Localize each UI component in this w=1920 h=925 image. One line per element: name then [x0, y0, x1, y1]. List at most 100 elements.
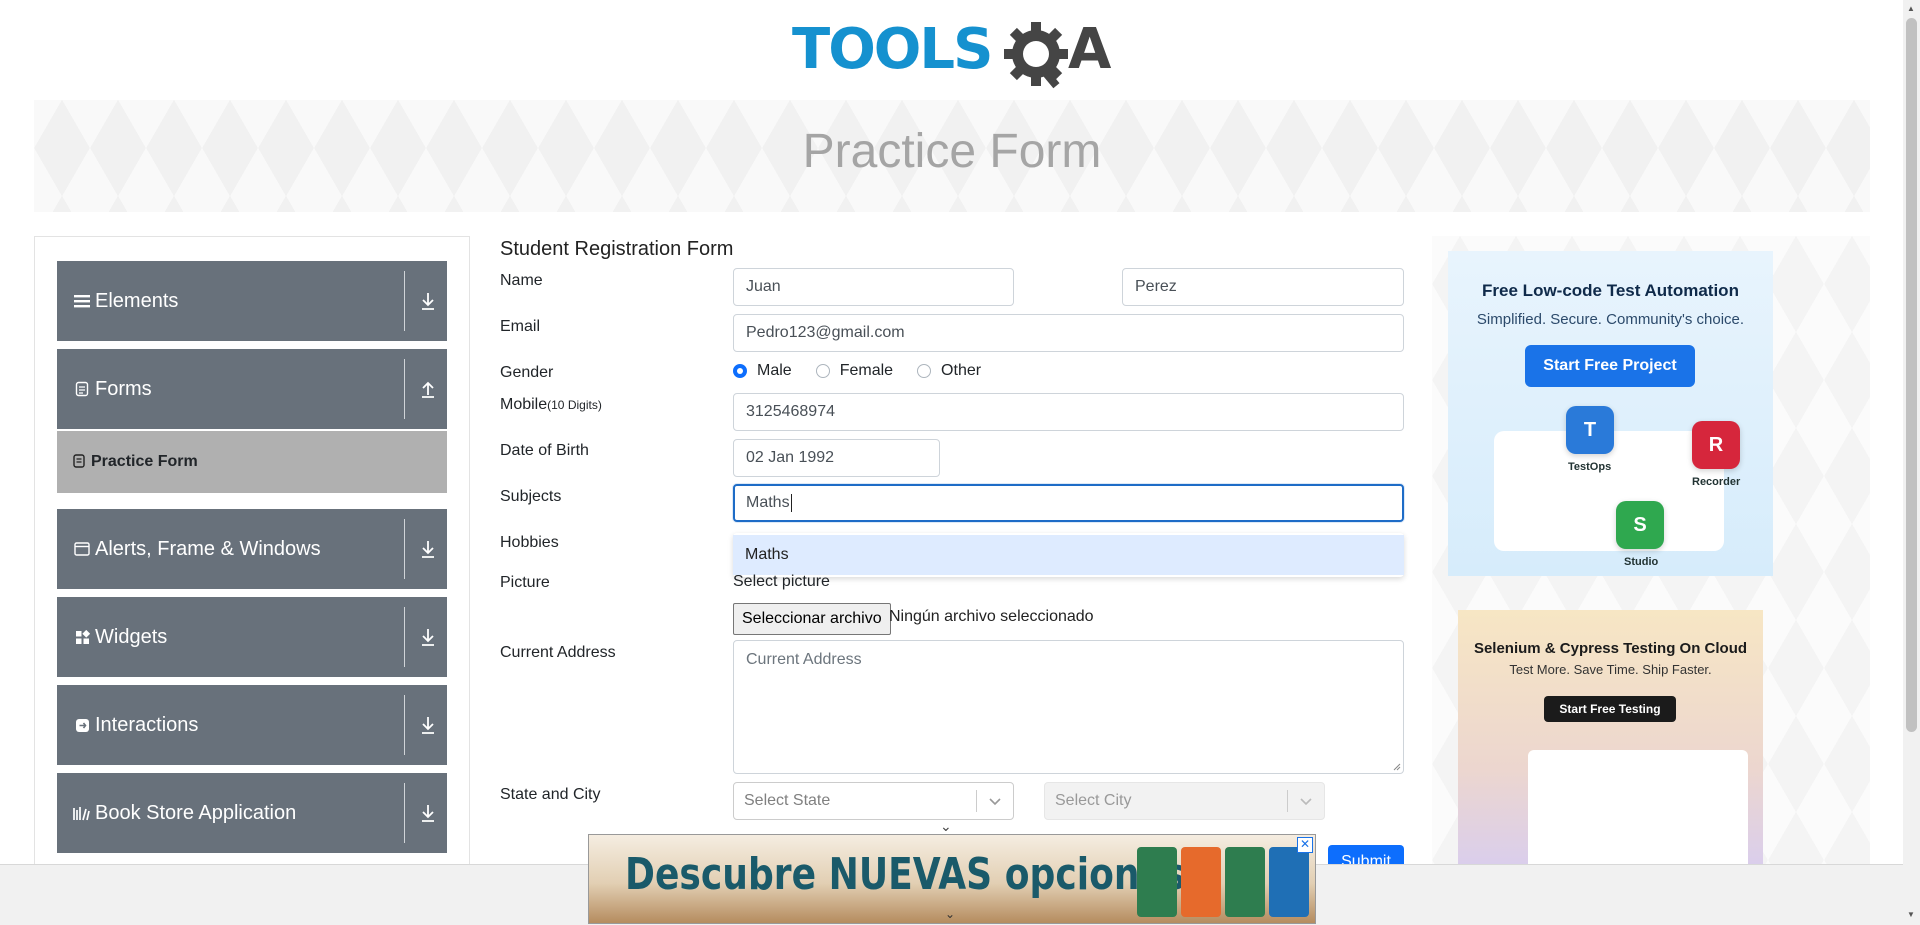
gender-male-option[interactable]: Male — [733, 362, 792, 380]
ad-cta-button[interactable]: Start Free Project — [1525, 345, 1695, 387]
gender-other-option[interactable]: Other — [917, 362, 981, 380]
logo-tools-text: TOOLS — [792, 17, 993, 82]
subjects-input-text: Maths — [746, 494, 790, 511]
ad-cta-button[interactable]: Start Free Testing — [1544, 696, 1676, 722]
gear-icon — [1004, 22, 1068, 89]
gender-male-radio[interactable] — [733, 364, 747, 378]
state-city-label: State and City — [500, 786, 601, 803]
gender-other-label[interactable]: Other — [941, 362, 981, 380]
subjects-suggestion-menu: Maths — [733, 533, 1404, 577]
scrollbar-thumb[interactable] — [1906, 18, 1917, 732]
current-address-textarea[interactable]: Current Address — [733, 640, 1404, 774]
file-upload-button[interactable]: Seleccionar archivo — [733, 603, 891, 635]
sidebar-item-practice-form[interactable]: Practice Form — [57, 431, 447, 493]
mobile-hint: (10 Digits) — [547, 398, 602, 412]
sidebar-group-forms[interactable]: Forms — [57, 349, 447, 429]
product-image — [1181, 847, 1221, 917]
file-status-text: Ningún archivo seleccionado — [889, 608, 1094, 625]
mobile-label: Mobile(10 Digits) — [500, 396, 602, 414]
close-icon[interactable]: ✕ — [1297, 837, 1313, 853]
page-scrollbar[interactable]: ▲ ▼ — [1903, 0, 1920, 924]
interactions-icon — [73, 716, 91, 734]
product-image — [1137, 847, 1177, 917]
widgets-icon — [73, 628, 91, 646]
first-name-input[interactable]: Juan — [733, 268, 1014, 306]
upload-arrow-icon — [422, 381, 434, 398]
download-arrow-icon — [422, 805, 434, 822]
sidebar-item-label: Practice Form — [91, 453, 198, 470]
hobbies-label: Hobbies — [500, 534, 559, 551]
recorder-icon: R — [1692, 421, 1740, 469]
email-label: Email — [500, 318, 541, 335]
dob-input[interactable]: 02 Jan 1992 — [733, 439, 940, 477]
dob-label: Date of Birth — [500, 442, 589, 459]
testops-icon: T — [1566, 406, 1614, 454]
window-icon — [73, 540, 91, 558]
subjects-input[interactable]: Maths — [733, 484, 1404, 522]
download-arrow-icon — [422, 629, 434, 646]
sidebar-group-elements[interactable]: Elements — [57, 261, 447, 341]
picture-label: Picture — [500, 574, 550, 591]
mobile-label-text: Mobile — [500, 396, 548, 413]
name-label: Name — [500, 272, 543, 289]
ad-low-code[interactable]: Free Low-code Test Automation Simplified… — [1448, 251, 1773, 576]
sidebar-group-alerts[interactable]: Alerts, Frame & Windows — [57, 509, 447, 589]
download-arrow-icon — [422, 541, 434, 558]
page-banner: Practice Form — [34, 100, 1870, 212]
product-image — [1269, 847, 1309, 917]
document-icon — [73, 380, 91, 398]
studio-icon: S — [1616, 501, 1664, 549]
mobile-input[interactable]: 3125468974 — [733, 393, 1404, 431]
chevron-down-icon[interactable] — [977, 796, 1013, 806]
product-image — [1225, 847, 1265, 917]
sidebar-group-widgets[interactable]: Widgets — [57, 597, 447, 677]
sidebar-group-label: Widgets — [95, 625, 168, 648]
toolsqa-logo[interactable]: TOOLS A — [792, 14, 1114, 90]
download-arrow-icon — [422, 717, 434, 734]
chevron-down-icon[interactable]: ⌄ — [940, 818, 952, 835]
address-label: Current Address — [500, 644, 616, 661]
ad-cloud-testing[interactable]: Selenium & Cypress Testing On Cloud Test… — [1458, 610, 1763, 876]
sidebar-group-label: Interactions — [95, 713, 199, 736]
city-placeholder: Select City — [1055, 792, 1132, 809]
scroll-up-icon[interactable]: ▲ — [1907, 4, 1915, 13]
gender-male-label[interactable]: Male — [757, 362, 792, 380]
gender-female-label[interactable]: Female — [840, 362, 893, 380]
gender-female-option[interactable]: Female — [815, 362, 893, 380]
ad-heading: Selenium & Cypress Testing On Cloud — [1473, 640, 1748, 657]
books-icon — [73, 804, 91, 822]
subjects-suggestion-option[interactable]: Maths — [733, 535, 1404, 575]
form-icon — [73, 453, 85, 471]
sidebar-group-bookstore[interactable]: Book Store Application — [57, 773, 447, 853]
address-placeholder: Current Address — [746, 651, 862, 668]
ad-subheading: Test More. Save Time. Ship Faster. — [1509, 662, 1712, 677]
recorder-label: Recorder — [1692, 476, 1741, 488]
form-title: Student Registration Form — [500, 238, 734, 260]
gender-female-radio[interactable] — [815, 364, 830, 378]
gender-label: Gender — [500, 364, 554, 381]
state-placeholder: Select State — [744, 792, 831, 809]
chevron-down-icon[interactable]: ⌄ — [945, 907, 955, 921]
resize-handle-icon[interactable] — [1391, 761, 1401, 771]
gender-other-radio[interactable] — [917, 364, 932, 378]
page-title: Practice Form — [802, 125, 1102, 178]
email-input[interactable]: Pedro123@gmail.com — [733, 314, 1404, 352]
select-picture-label: Select picture — [733, 573, 830, 590]
sidebar-group-label: Forms — [95, 377, 152, 400]
ad-subheading: Simplified. Secure. Community's choice. — [1476, 311, 1745, 328]
menu-icon — [73, 292, 91, 310]
subjects-label: Subjects — [500, 488, 562, 505]
sidebar-group-label: Alerts, Frame & Windows — [95, 537, 321, 560]
sidebar-group-interactions[interactable]: Interactions — [57, 685, 447, 765]
testops-label: TestOps — [1568, 461, 1612, 473]
last-name-input[interactable]: Perez — [1122, 268, 1404, 306]
chevron-down-icon[interactable] — [1288, 796, 1324, 806]
gender-radio-group: Male Female Other — [733, 362, 1005, 380]
scroll-down-icon[interactable]: ▼ — [1907, 910, 1915, 919]
bottom-banner-ad[interactable]: Descubre NUEVAS opciones ✕ ⌄ — [588, 834, 1316, 924]
city-select[interactable]: Select City — [1044, 782, 1325, 820]
logo-a-text: A — [1068, 17, 1112, 82]
studio-label: Studio — [1624, 556, 1659, 568]
state-select[interactable]: Select State — [733, 782, 1014, 820]
download-arrow-icon — [422, 293, 434, 310]
